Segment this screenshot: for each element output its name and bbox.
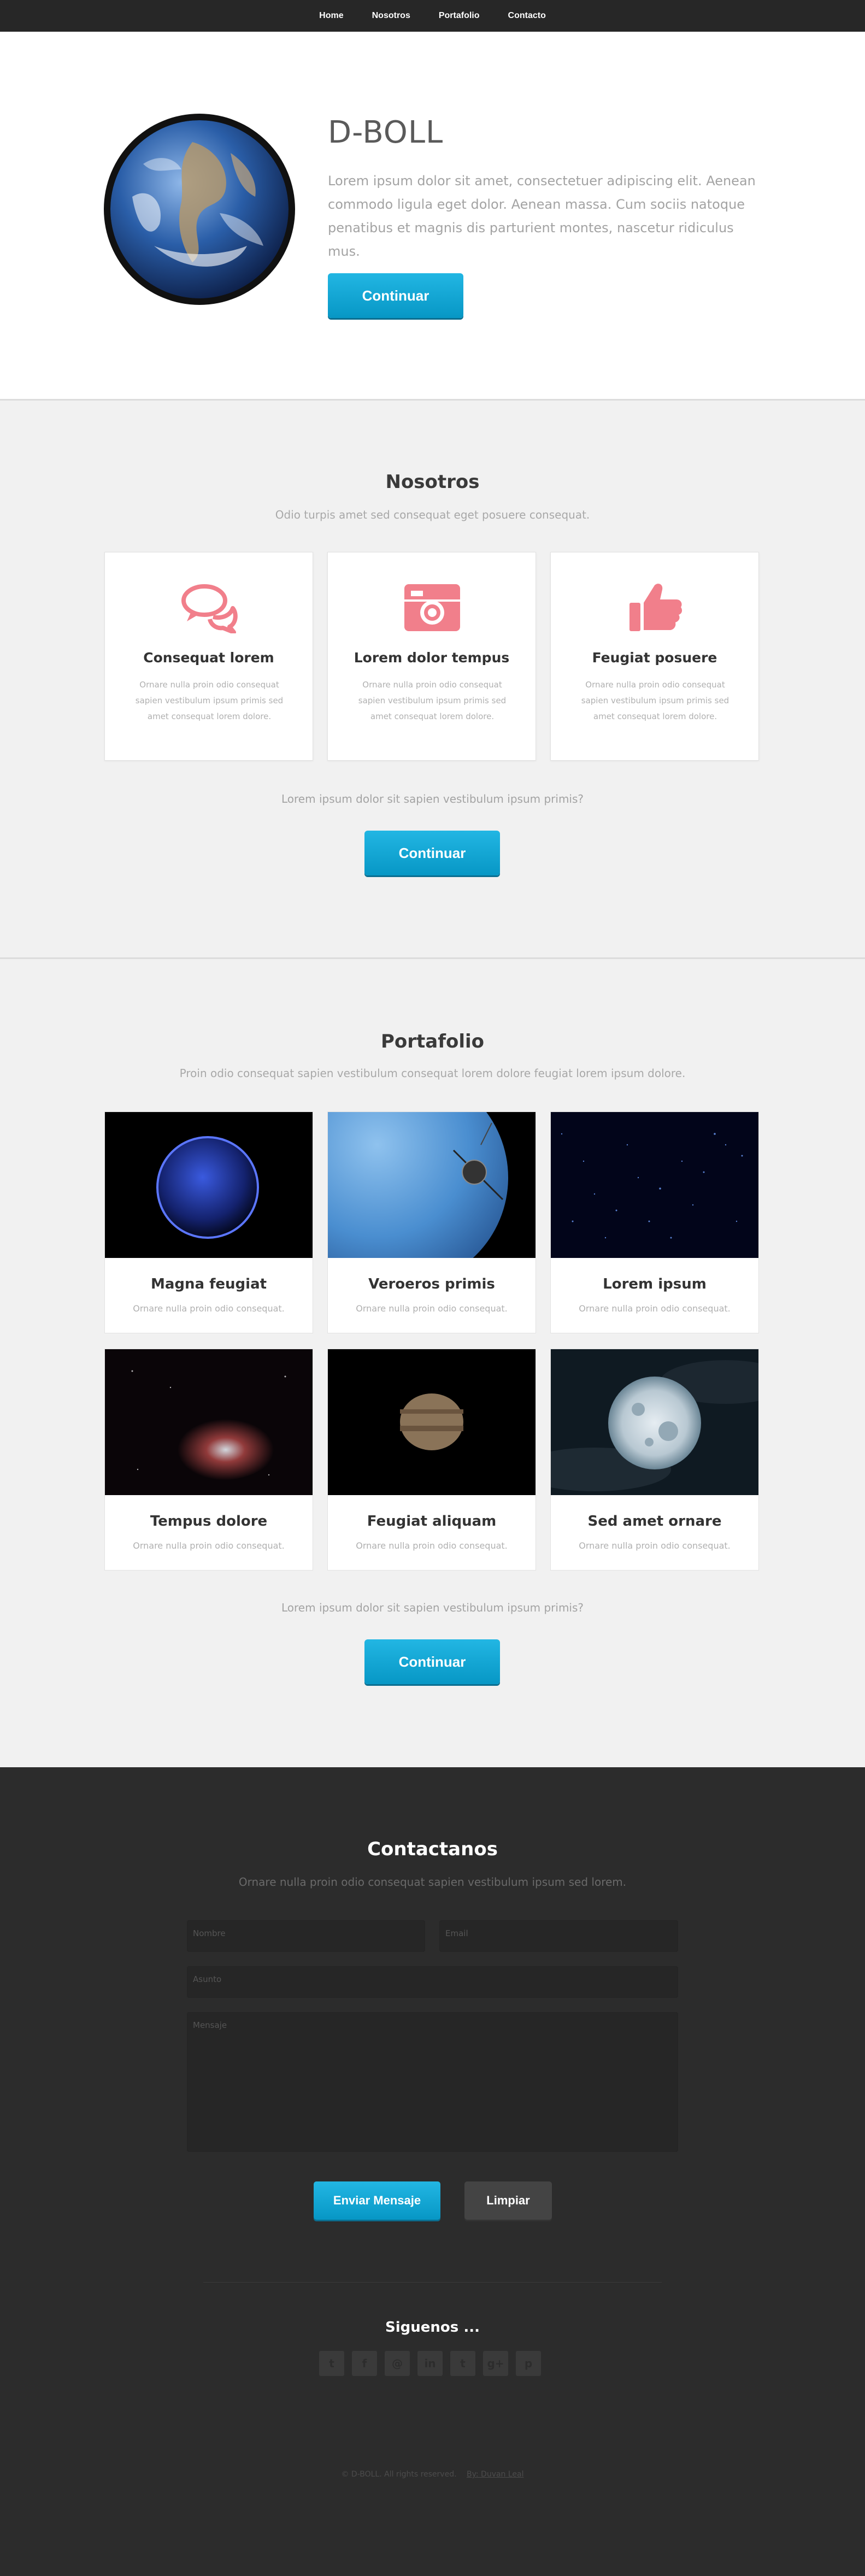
- contacto-subtitle: Ornare nulla proin odio consequat sapien…: [238, 1875, 627, 1889]
- email-field[interactable]: Email: [439, 1920, 678, 1952]
- portfolio-image: [551, 1349, 758, 1495]
- send-message-button[interactable]: Enviar Mensaje: [314, 2181, 440, 2220]
- facebook-icon[interactable]: f: [352, 2351, 377, 2376]
- portfolio-item[interactable]: Magna feugiat Ornare nulla proin odio co…: [104, 1111, 313, 1333]
- portfolio-title: Feugiat aliquam: [367, 1513, 497, 1530]
- feature-title: Consequat lorem: [143, 650, 274, 666]
- social-icons: t f @ in t g+ p: [319, 2351, 541, 2376]
- portfolio-title: Magna feugiat: [150, 1276, 267, 1292]
- top-nav: Home Nosotros Portafolio Contacto: [0, 0, 865, 32]
- portfolio-title: Sed amet ornare: [587, 1513, 722, 1530]
- portfolio-text: Ornare nulla proin odio consequat.: [356, 1303, 508, 1314]
- hero-section: D-BOLL Lorem ipsum dolor sit amet, conse…: [0, 32, 865, 399]
- hero-image: [104, 114, 295, 305]
- hero-text: Lorem ipsum dolor sit amet, consectetuer…: [328, 173, 756, 259]
- google-plus-icon[interactable]: g+: [483, 2351, 508, 2376]
- nosotros-subtitle: Odio turpis amet sed consequat eget posu…: [275, 508, 590, 521]
- twitter-icon[interactable]: t: [319, 2351, 344, 2376]
- copyright: © D-BOLL. All rights reserved.: [341, 2470, 457, 2479]
- portfolio-image: [551, 1112, 758, 1258]
- portfolio-text: Ornare nulla proin odio consequat.: [579, 1303, 731, 1314]
- linkedin-icon[interactable]: in: [417, 2351, 443, 2376]
- chat-bubbles-icon: [181, 584, 238, 633]
- footer: © D-BOLL. All rights reserved. By: Duvan…: [0, 2470, 865, 2479]
- contacto-title: Contactanos: [367, 1838, 498, 1860]
- message-field[interactable]: Mensaje: [187, 2012, 678, 2152]
- camera-icon: [404, 584, 460, 631]
- portfolio-image: [328, 1112, 536, 1258]
- feature-title: Lorem dolor tempus: [354, 650, 510, 666]
- email-icon[interactable]: @: [385, 2351, 410, 2376]
- portfolio-item[interactable]: Veroeros primis Ornare nulla proin odio …: [327, 1111, 536, 1333]
- portafolio-question: Lorem ipsum dolor sit sapien vestibulum …: [281, 1601, 584, 1614]
- portfolio-item[interactable]: Lorem ipsum Ornare nulla proin odio cons…: [550, 1111, 759, 1333]
- tumblr-icon[interactable]: t: [450, 2351, 475, 2376]
- nosotros-question: Lorem ipsum dolor sit sapien vestibulum …: [281, 792, 584, 805]
- nosotros-title: Nosotros: [385, 471, 480, 493]
- portfolio-text: Ornare nulla proin odio consequat.: [133, 1303, 285, 1314]
- contacto-section: [0, 1767, 865, 2576]
- portfolio-item[interactable]: Feugiat aliquam Ornare nulla proin odio …: [327, 1349, 536, 1571]
- portfolio-item[interactable]: Sed amet ornare Ornare nulla proin odio …: [550, 1349, 759, 1571]
- portafolio-continue-button[interactable]: Continuar: [364, 1639, 500, 1684]
- portafolio-subtitle: Proin odio consequat sapien vestibulum c…: [179, 1067, 686, 1080]
- nav-contacto[interactable]: Contacto: [494, 0, 560, 32]
- portfolio-text: Ornare nulla proin odio consequat.: [133, 1540, 285, 1551]
- divider: [203, 2282, 662, 2283]
- portfolio-image: [105, 1112, 313, 1258]
- feature-text: Ornare nulla proin odio consequat sapien…: [581, 680, 729, 721]
- feature-card: Lorem dolor tempus Ornare nulla proin od…: [327, 552, 536, 761]
- pinterest-icon[interactable]: p: [516, 2351, 541, 2376]
- portfolio-title: Veroeros primis: [368, 1276, 495, 1292]
- nav-nosotros[interactable]: Nosotros: [358, 0, 425, 32]
- hero-continue-button[interactable]: Continuar: [328, 273, 463, 318]
- portfolio-title: Tempus dolore: [150, 1513, 268, 1530]
- nav-home[interactable]: Home: [305, 0, 357, 32]
- subject-field[interactable]: Asunto: [187, 1966, 678, 1998]
- portfolio-title: Lorem ipsum: [603, 1276, 707, 1292]
- portfolio-text: Ornare nulla proin odio consequat.: [356, 1540, 508, 1551]
- portfolio-image: [105, 1349, 313, 1495]
- name-field[interactable]: Nombre: [187, 1920, 425, 1952]
- hero-title: D-BOLL: [328, 115, 444, 150]
- portafolio-title: Portafolio: [380, 1031, 485, 1052]
- feature-title: Feugiat posuere: [592, 650, 717, 666]
- portfolio-image: [328, 1349, 536, 1495]
- nav-portafolio[interactable]: Portafolio: [425, 0, 494, 32]
- feature-card: Feugiat posuere Ornare nulla proin odio …: [550, 552, 759, 761]
- clear-button[interactable]: Limpiar: [464, 2181, 552, 2220]
- thumbs-up-icon: [629, 584, 682, 631]
- feature-card: Consequat lorem Ornare nulla proin odio …: [104, 552, 313, 761]
- portfolio-item[interactable]: Tempus dolore Ornare nulla proin odio co…: [104, 1349, 313, 1571]
- follow-title: Siguenos ...: [385, 2319, 480, 2336]
- portfolio-text: Ornare nulla proin odio consequat.: [579, 1540, 731, 1551]
- feature-text: Ornare nulla proin odio consequat sapien…: [358, 680, 507, 721]
- nosotros-continue-button[interactable]: Continuar: [364, 831, 500, 875]
- credit-link[interactable]: By: Duvan Leal: [467, 2470, 524, 2479]
- feature-text: Ornare nulla proin odio consequat sapien…: [135, 680, 284, 721]
